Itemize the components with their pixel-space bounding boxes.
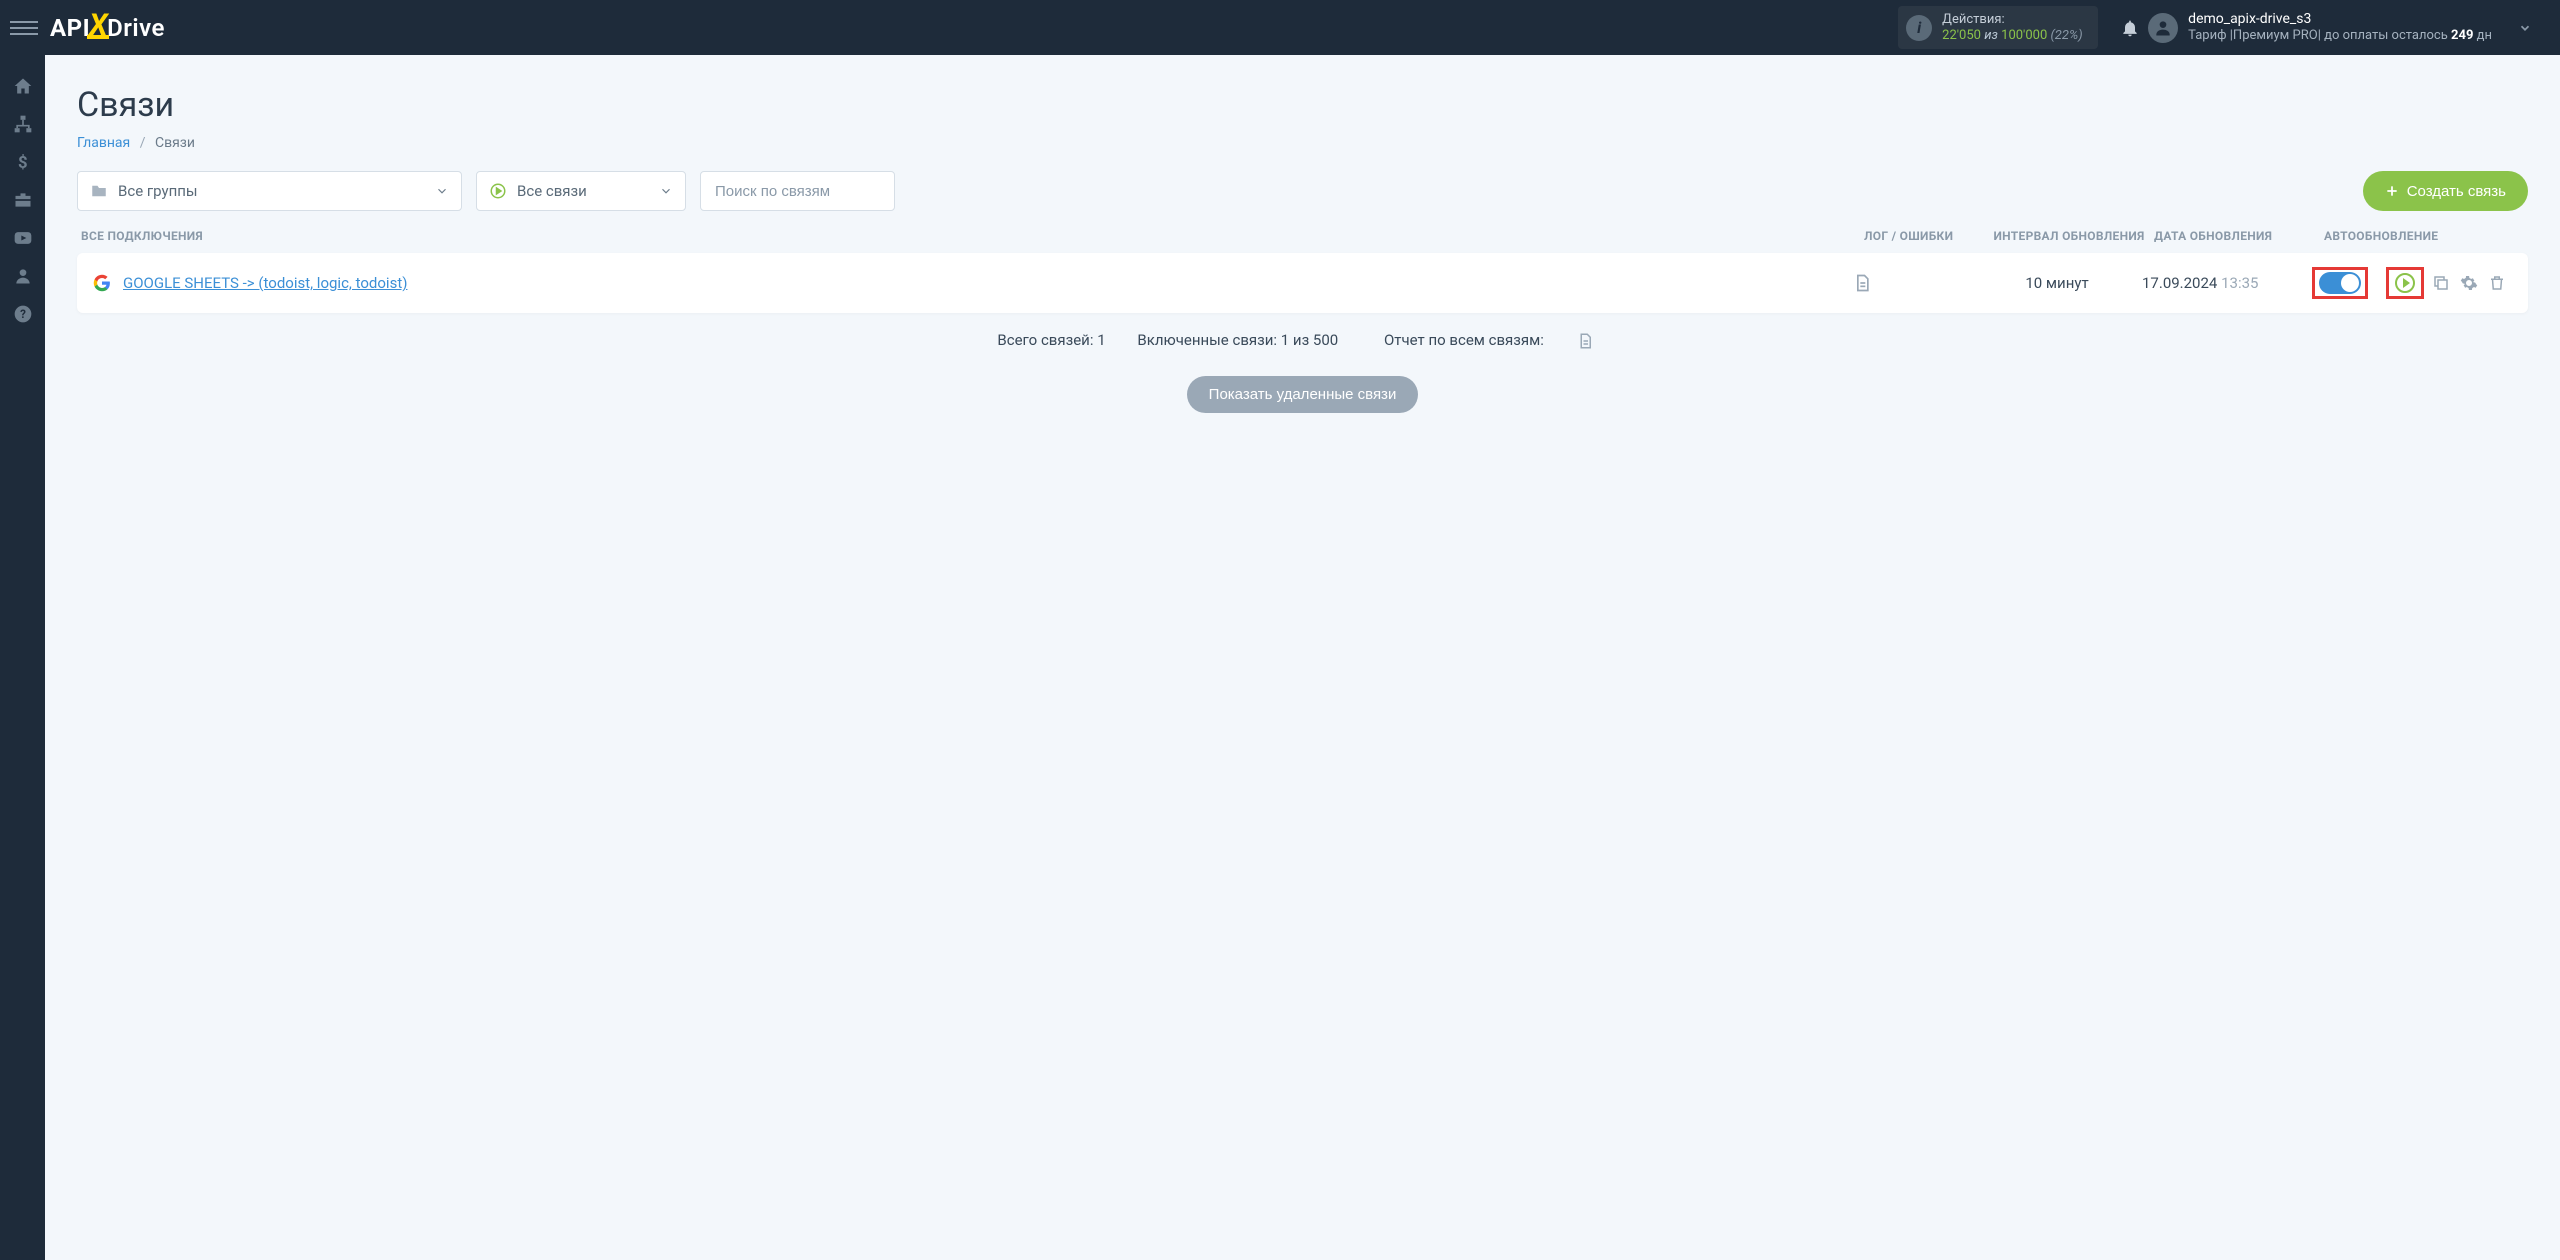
user-menu[interactable]: demo_apix-drive_s3 Тариф |Премиум PRO| д… xyxy=(2148,11,2550,45)
svg-text:?: ? xyxy=(20,307,26,321)
user-icon xyxy=(13,266,33,286)
chevron-down-icon xyxy=(2518,21,2532,35)
report-button[interactable] xyxy=(1576,332,1594,350)
sidebar-item-help[interactable]: ? xyxy=(0,295,45,333)
col-date: ДАТА ОБНОВЛЕНИЯ xyxy=(2154,229,2324,243)
avatar-icon xyxy=(2148,13,2178,43)
actions-counter[interactable]: i Действия: 22'050 из 100'000 (22%) xyxy=(1898,6,2098,49)
summary-row: Всего связей: 1 Включенные связи: 1 из 5… xyxy=(77,331,2528,350)
actions-total: 100'000 xyxy=(2001,28,2047,43)
google-icon xyxy=(93,274,111,292)
col-log: ЛОГ / ОШИБКИ xyxy=(1864,229,1984,243)
connection-link[interactable]: GOOGLE SHEETS -> (todoist, logic, todois… xyxy=(123,274,407,292)
briefcase-icon xyxy=(13,190,33,210)
summary-total: Всего связей: 1 xyxy=(997,331,1105,349)
row-time: 13:35 xyxy=(2221,274,2258,292)
document-icon xyxy=(1852,273,1872,293)
sitemap-icon xyxy=(13,114,33,134)
plus-icon xyxy=(2385,184,2399,198)
home-icon xyxy=(13,76,33,96)
tariff-suffix: дн xyxy=(2477,28,2492,43)
log-button[interactable] xyxy=(1852,273,1872,293)
table-row: GOOGLE SHEETS -> (todoist, logic, todois… xyxy=(77,253,2528,313)
chevron-down-icon xyxy=(659,184,673,198)
actions-pct: (22%) xyxy=(2050,28,2082,43)
menu-toggle-button[interactable] xyxy=(10,14,38,42)
tariff-prefix: Тариф |Премиум PRO| до оплаты осталось xyxy=(2188,28,2448,43)
col-interval: ИНТЕРВАЛ ОБНОВЛЕНИЯ xyxy=(1984,229,2154,243)
status-dropdown[interactable]: Все связи xyxy=(476,171,686,211)
search-input[interactable] xyxy=(700,171,895,211)
breadcrumb-main[interactable]: Главная xyxy=(77,135,130,151)
user-name: demo_apix-drive_s3 xyxy=(2188,11,2492,29)
autoupdate-toggle[interactable] xyxy=(2319,272,2361,294)
sidebar: $ ? xyxy=(0,55,45,1260)
logo[interactable]: APIXDrive xyxy=(50,10,165,45)
create-connection-button[interactable]: Создать связь xyxy=(2363,171,2528,211)
folder-icon xyxy=(90,182,108,200)
tariff-days: 249 xyxy=(2451,28,2473,43)
sidebar-item-home[interactable] xyxy=(0,67,45,105)
copy-button[interactable] xyxy=(2430,274,2452,292)
highlight-box-run xyxy=(2386,267,2424,299)
play-icon xyxy=(489,182,507,200)
settings-button[interactable] xyxy=(2458,274,2480,292)
info-icon: i xyxy=(1906,15,1932,41)
copy-icon xyxy=(2432,274,2450,292)
delete-button[interactable] xyxy=(2486,274,2508,292)
row-interval: 10 минут xyxy=(1972,274,2142,292)
breadcrumb: Главная / Связи xyxy=(77,135,2528,151)
summary-enabled: Включенные связи: 1 из 500 xyxy=(1137,331,1338,349)
gear-icon xyxy=(2460,274,2478,292)
col-connections: ВСЕ ПОДКЛЮЧЕНИЯ xyxy=(81,229,1864,243)
actions-iz: из xyxy=(1984,28,1998,43)
actions-used: 22'050 xyxy=(1942,28,1981,43)
sidebar-item-video[interactable] xyxy=(0,219,45,257)
status-label: Все связи xyxy=(517,182,587,200)
run-button[interactable] xyxy=(2394,273,2416,293)
show-deleted-button[interactable]: Показать удаленные связи xyxy=(1187,376,1419,413)
play-icon xyxy=(2395,273,2415,293)
notifications-button[interactable] xyxy=(2112,18,2148,38)
sidebar-item-account[interactable] xyxy=(0,257,45,295)
page-title: Связи xyxy=(77,85,2528,125)
sidebar-item-cases[interactable] xyxy=(0,181,45,219)
table-header: ВСЕ ПОДКЛЮЧЕНИЯ ЛОГ / ОШИБКИ ИНТЕРВАЛ ОБ… xyxy=(77,229,2528,253)
row-date: 17.09.2024 xyxy=(2142,274,2217,292)
breadcrumb-current: Связи xyxy=(155,135,195,151)
sidebar-item-connections[interactable] xyxy=(0,105,45,143)
svg-text:$: $ xyxy=(18,154,28,172)
highlight-box-toggle xyxy=(2312,267,2368,299)
trash-icon xyxy=(2488,274,2506,292)
question-icon: ? xyxy=(13,304,33,324)
groups-label: Все группы xyxy=(118,182,198,200)
summary-report-label: Отчет по всем связям: xyxy=(1384,331,1544,349)
document-icon xyxy=(1576,332,1594,350)
chevron-down-icon xyxy=(435,184,449,198)
top-header: APIXDrive i Действия: 22'050 из 100'000 … xyxy=(0,0,2560,55)
dollar-icon: $ xyxy=(13,152,33,172)
actions-label: Действия: xyxy=(1942,12,2082,28)
sidebar-item-billing[interactable]: $ xyxy=(0,143,45,181)
col-auto: АВТООБНОВЛЕНИЕ xyxy=(2324,229,2524,243)
filter-row: Все группы Все связи Создать связь xyxy=(77,171,2528,211)
create-label: Создать связь xyxy=(2407,183,2506,200)
youtube-icon xyxy=(13,228,33,248)
bell-icon xyxy=(2120,18,2140,38)
groups-dropdown[interactable]: Все группы xyxy=(77,171,462,211)
main-content: Связи Главная / Связи Все группы Все свя… xyxy=(45,55,2560,443)
